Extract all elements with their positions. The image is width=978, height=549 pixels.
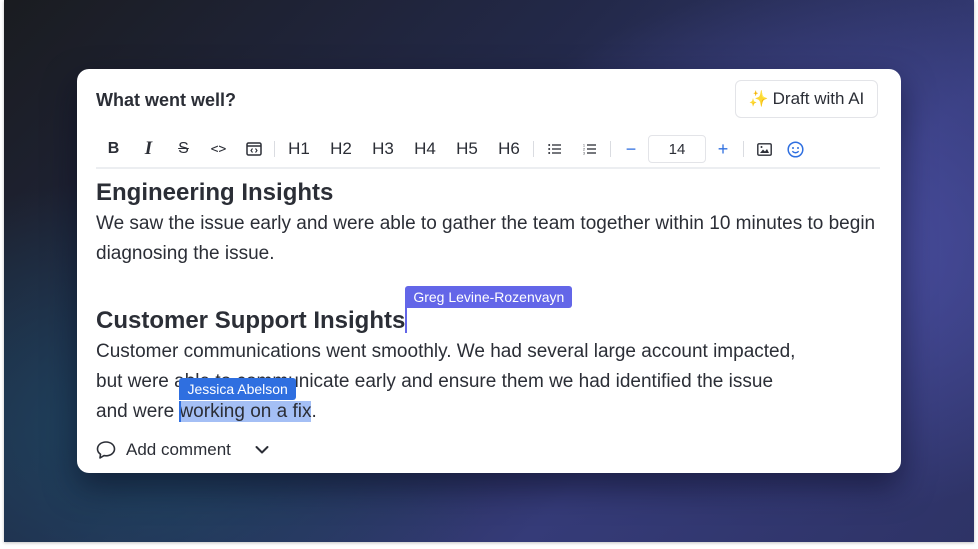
draft-with-ai-button[interactable]: ✨ Draft with AI [735, 80, 878, 118]
collaborator-label: Jessica Abelson [179, 378, 296, 400]
toolbar-divider [610, 141, 611, 157]
collaborator-label: Greg Levine-Rozenvayn [405, 286, 573, 308]
decrease-font-size-button[interactable]: − [614, 135, 648, 163]
section-paragraph: We saw the issue early and were able to … [96, 213, 876, 264]
code-block-icon [245, 142, 262, 156]
heading-6-button[interactable]: H6 [488, 135, 530, 163]
italic-icon: I [144, 138, 153, 159]
add-comment-label: Add comment [126, 440, 231, 459]
editor-card: What went well? ✨ Draft with AI B I S <>… [77, 69, 901, 473]
bullet-list-button[interactable] [537, 135, 572, 163]
formatting-toolbar: B I S <> H1 H2 H3 H4 H5 H6 1 2 3 − 14 + [96, 133, 880, 169]
svg-text:3: 3 [583, 152, 585, 156]
selected-text: working on a fix [179, 401, 312, 422]
code-icon: <> [210, 141, 227, 157]
card-title: What went well? [96, 90, 237, 110]
chevron-down-icon[interactable] [255, 445, 269, 455]
strikethrough-button[interactable]: S [166, 135, 201, 163]
section-paragraph: Customer communications went smoothly. W… [96, 337, 886, 427]
bold-icon: B [107, 140, 120, 157]
paragraph-line: and were [96, 401, 180, 422]
heading-1-button[interactable]: H1 [278, 135, 320, 163]
strikethrough-icon: S [178, 140, 189, 157]
heading-2-button[interactable]: H2 [320, 135, 362, 163]
heading-3-button[interactable]: H3 [362, 135, 404, 163]
rich-text-editor[interactable]: Engineering Insights We saw the issue ea… [96, 177, 886, 427]
paragraph-line: but were [96, 371, 175, 392]
bold-button[interactable]: B [96, 135, 131, 163]
add-comment-button[interactable]: Add comment [96, 440, 269, 460]
speech-bubble-icon [96, 441, 116, 459]
paragraph-line: Customer communications went smoothly. W… [96, 341, 796, 362]
image-icon [757, 142, 772, 156]
insert-emoji-button[interactable] [782, 135, 808, 163]
paragraph-line: . [311, 401, 317, 422]
code-block-button[interactable] [236, 135, 271, 163]
font-size-input[interactable]: 14 [648, 135, 706, 163]
sparkles-icon: ✨ [748, 91, 769, 108]
draft-with-ai-label: Draft with AI [772, 89, 865, 108]
toolbar-divider [743, 141, 744, 157]
section-heading: Customer Support Insights Greg Levine-Roz… [96, 286, 886, 337]
italic-button[interactable]: I [131, 135, 166, 163]
emoji-icon [786, 140, 804, 158]
insert-image-button[interactable] [747, 135, 782, 163]
inline-code-button[interactable]: <> [201, 135, 236, 163]
section-heading-text: Customer Support Insights [96, 307, 406, 334]
collaborator-selection: Jessica Abelson working on a fix [179, 378, 312, 422]
cursor-caret [405, 305, 408, 333]
heading-4-button[interactable]: H4 [404, 135, 446, 163]
section-heading: Engineering Insights [96, 179, 334, 206]
toolbar-divider [274, 141, 275, 157]
toolbar-divider [533, 141, 534, 157]
cursor-caret [179, 401, 182, 422]
bullet-list-icon [547, 144, 561, 154]
increase-font-size-button[interactable]: + [706, 135, 740, 163]
numbered-list-icon: 123 [583, 144, 596, 156]
heading-5-button[interactable]: H5 [446, 135, 488, 163]
numbered-list-button[interactable]: 123 [572, 135, 607, 163]
